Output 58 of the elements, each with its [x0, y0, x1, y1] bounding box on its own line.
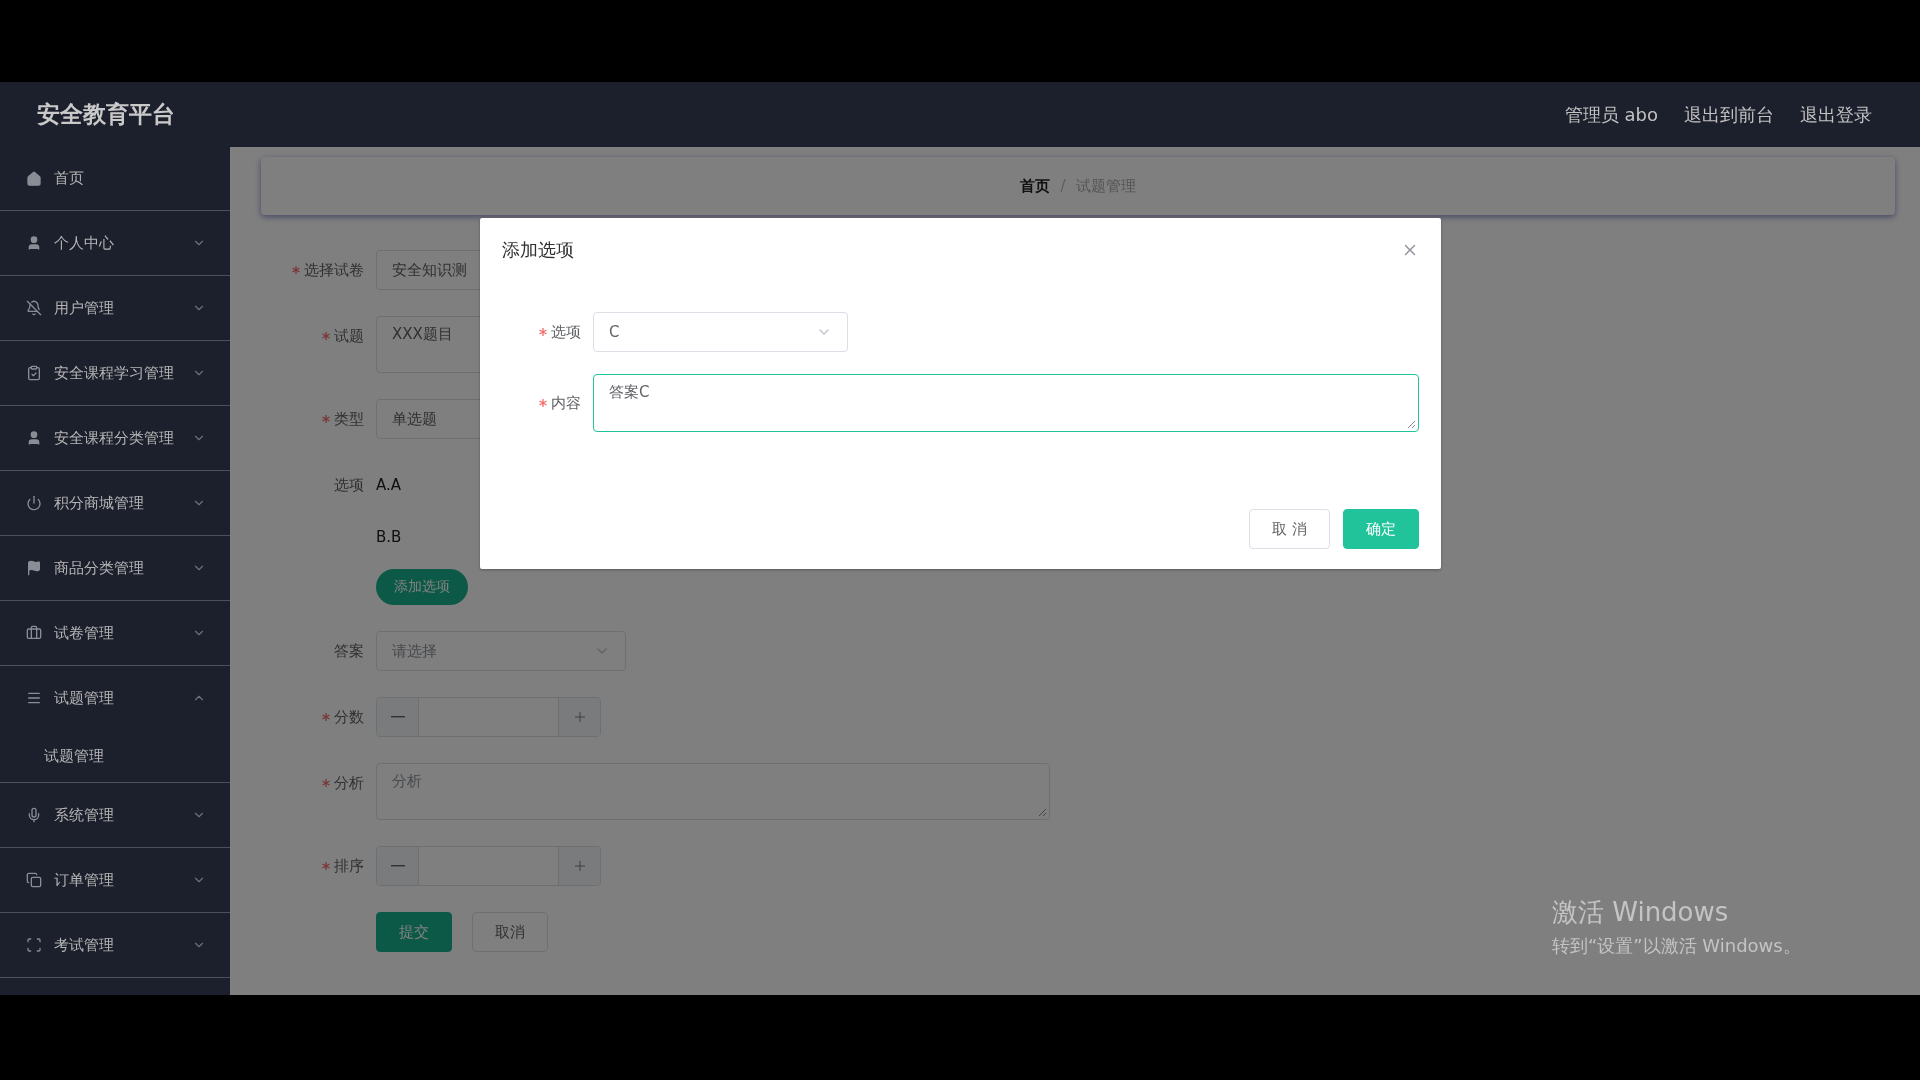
- minus-icon: [390, 865, 405, 867]
- select-field[interactable]: C: [593, 312, 848, 352]
- menu-icon: [26, 495, 42, 511]
- sidebar-item[interactable]: 系统管理: [0, 783, 230, 847]
- menu-icon: [26, 365, 42, 381]
- activation-text: 转到“设置”以激活 Windows。: [1552, 934, 1801, 958]
- sidebar-item[interactable]: 安全课程分类管理: [0, 406, 230, 470]
- field-label: 选择试卷: [304, 260, 364, 280]
- field-label: 类型: [334, 409, 364, 429]
- field-label: 分析: [334, 773, 364, 793]
- header-link[interactable]: 退出到前台: [1684, 102, 1774, 127]
- sidebar-item[interactable]: 个人中心: [0, 211, 230, 275]
- sidebar-item[interactable]: 安全课程学习管理: [0, 341, 230, 405]
- breadcrumb-link[interactable]: 首页: [1020, 176, 1051, 196]
- option-text: A.A: [376, 475, 403, 496]
- sidebar-item[interactable]: 订单管理: [0, 848, 230, 912]
- sidebar-item[interactable]: 用户管理: [0, 276, 230, 340]
- textarea-field[interactable]: 答案C: [593, 374, 1419, 432]
- resize-handle-icon[interactable]: [1038, 808, 1047, 817]
- field-label: 内容: [551, 393, 581, 413]
- menu-icon: [26, 625, 42, 641]
- dialog-title: 添加选项: [502, 238, 574, 262]
- field-label: 分数: [334, 707, 364, 727]
- decrement-button[interactable]: [377, 698, 418, 736]
- menu-icon: [26, 690, 42, 706]
- sidebar-item[interactable]: 积分商城管理: [0, 471, 230, 535]
- menu-icon: [26, 300, 42, 316]
- menu-icon: [26, 235, 42, 251]
- menu-icon: [26, 170, 42, 187]
- app-title: 安全教育平台: [37, 100, 176, 129]
- cancel-button[interactable]: 取 消: [1249, 509, 1330, 549]
- menu-icon: [26, 560, 42, 576]
- field-label: 排序: [334, 856, 364, 876]
- number-stepper[interactable]: [376, 697, 601, 737]
- sidebar-item[interactable]: 试题管理: [0, 666, 230, 730]
- menu-icon: [26, 872, 42, 888]
- decrement-button[interactable]: [377, 847, 418, 885]
- increment-button[interactable]: [559, 847, 600, 885]
- menu-icon: [26, 937, 42, 953]
- sidebar-item[interactable]: 考试管理: [0, 913, 230, 977]
- number-stepper[interactable]: [376, 846, 601, 886]
- menu-icon: [26, 807, 42, 823]
- header-link[interactable]: 管理员 abo: [1564, 102, 1658, 127]
- field-label: 试题: [334, 326, 364, 346]
- activation-title: 激活 Windows: [1552, 896, 1730, 929]
- field-label: 选项: [334, 475, 364, 495]
- field-label: 答案: [334, 641, 364, 661]
- increment-button[interactable]: [559, 698, 600, 736]
- sidebar-subitem[interactable]: 试题管理: [0, 730, 230, 782]
- option-text: B.B: [376, 527, 403, 548]
- sidebar-item[interactable]: 商品分类管理: [0, 536, 230, 600]
- minus-icon: [390, 716, 405, 718]
- resize-handle-icon[interactable]: [1407, 420, 1416, 429]
- breadcrumb-separator: /: [1060, 177, 1066, 195]
- header-link[interactable]: 退出登录: [1800, 102, 1872, 127]
- field-label: 选项: [551, 322, 581, 342]
- sidebar-item[interactable]: 试卷管理: [0, 601, 230, 665]
- menu-icon: [26, 430, 42, 446]
